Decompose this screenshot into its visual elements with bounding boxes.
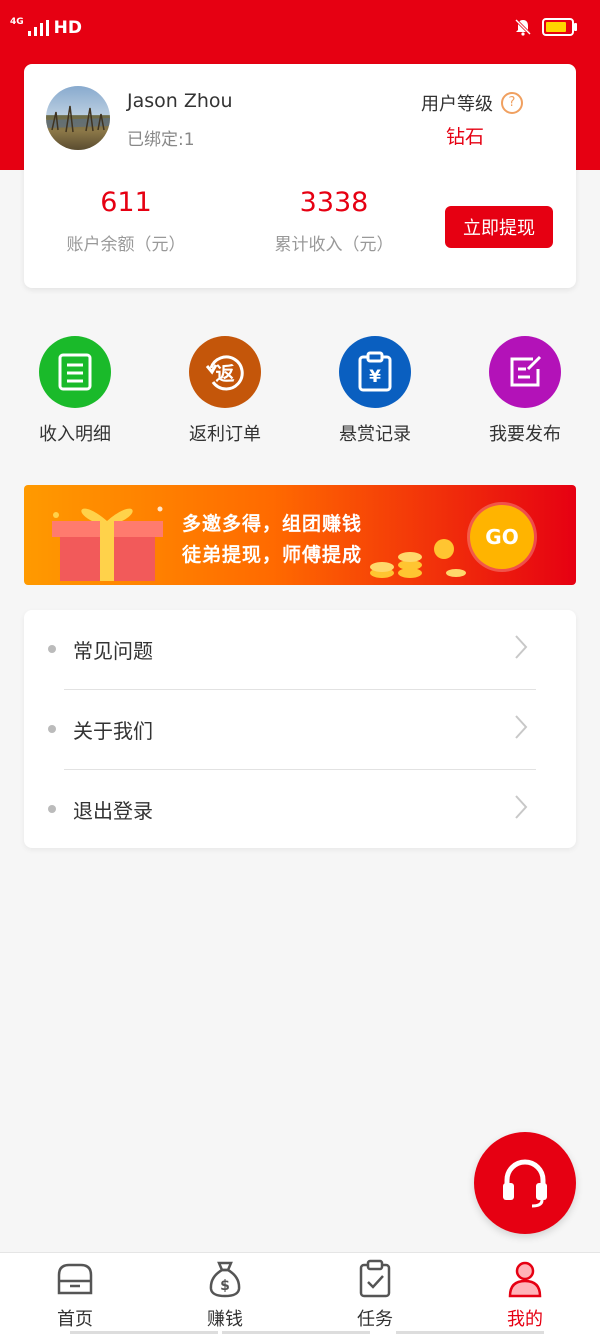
banner-subtitle: 徒弟提现，师傅提成 [182,544,363,566]
svg-text:$: $ [220,1278,230,1294]
tab-label: 我的 [507,1309,543,1330]
invite-banner[interactable]: 多邀多得，组团赚钱 徒弟提现，师傅提成 GO [24,485,576,585]
gift-box-icon [52,506,163,581]
home-icon [57,1263,93,1295]
quick-action-publish[interactable]: 我要发布 [470,336,580,446]
mute-bell-icon [514,18,532,36]
tab-tasks[interactable]: 任务 [300,1259,450,1331]
user-level-value: 钻石 [446,126,485,148]
tab-home[interactable]: 首页 [0,1259,150,1331]
quick-action-label: 悬赏记录 [339,424,411,445]
avatar[interactable] [46,86,110,150]
quick-action-circle: ¥ [339,336,411,408]
bullet-icon [48,725,56,733]
user-level-label: 用户等级 ? [421,90,523,116]
quick-action-circle: 返 [189,336,261,408]
withdraw-button[interactable]: 立即提现 [445,206,553,248]
document-icon [58,353,92,391]
quick-action-circle [489,336,561,408]
customer-service-button[interactable] [474,1132,576,1234]
settings-menu: 常见问题 关于我们 退出登录 [24,610,576,848]
clipboard-yuan-icon: ¥ [358,351,392,392]
coins-icon [370,539,466,578]
go-button[interactable]: GO [470,505,534,569]
menu-item-label: 关于我们 [73,719,153,743]
status-bar: 4G HD [0,0,600,58]
menu-item-label: 常见问题 [73,639,153,663]
banner-title: 多邀多得，组团赚钱 [182,513,363,535]
quick-action-income-detail[interactable]: 收入明细 [20,336,130,446]
income-value: 3338 [299,187,369,218]
quick-action-circle [39,336,111,408]
income-stat: 3338 累计收入（元） [254,186,414,255]
svg-text:¥: ¥ [369,367,381,387]
balance-label: 账户余额（元） [66,235,186,255]
user-level-text: 用户等级 [421,94,493,115]
tab-mine[interactable]: 我的 [450,1259,600,1331]
task-icon [359,1259,391,1298]
profile-card: Jason Zhou 已绑定:1 用户等级 ? 钻石 611 账户余额（元） 3… [24,64,576,288]
svg-text:返: 返 [215,363,234,385]
balance-stat: 611 账户余额（元） [46,186,206,255]
tab-earn[interactable]: $ 赚钱 [150,1259,300,1331]
chevron-right-icon [515,635,528,659]
tab-label: 赚钱 [207,1309,243,1330]
signal-icon [27,20,49,36]
username: Jason Zhou [127,90,233,112]
tab-label: 首页 [57,1309,93,1330]
quick-action-bounty-records[interactable]: ¥ 悬赏记录 [320,336,430,446]
quick-action-label: 返利订单 [189,424,261,445]
edit-icon [510,355,542,387]
quick-action-label: 收入明细 [39,424,111,445]
income-label: 累计收入（元） [274,235,394,255]
tab-label: 任务 [357,1309,393,1330]
menu-item-faq[interactable]: 常见问题 [24,610,576,690]
rebate-icon: 返 [205,355,244,391]
bullet-icon [48,645,56,653]
headset-icon [503,1159,547,1208]
chevron-right-icon [515,715,528,739]
avatar-image [46,105,110,133]
menu-item-logout[interactable]: 退出登录 [24,770,576,850]
battery-icon [542,18,577,36]
user-icon [508,1261,542,1298]
bottom-tab-bar: 首页 $ 赚钱 任务 我的 [0,1252,600,1334]
chevron-right-icon [515,795,528,819]
menu-item-about[interactable]: 关于我们 [24,690,576,770]
money-bag-icon: $ [209,1261,241,1298]
quick-action-rebate-orders[interactable]: 返 返利订单 [170,336,280,446]
balance-value: 611 [100,187,152,218]
help-icon[interactable]: ? [501,92,523,114]
menu-item-label: 退出登录 [73,799,153,823]
quick-action-label: 我要发布 [489,424,561,445]
network-label: 4G [10,17,24,27]
bullet-icon [48,805,56,813]
hd-label: HD [53,18,82,38]
bind-status: 已绑定:1 [127,130,195,150]
